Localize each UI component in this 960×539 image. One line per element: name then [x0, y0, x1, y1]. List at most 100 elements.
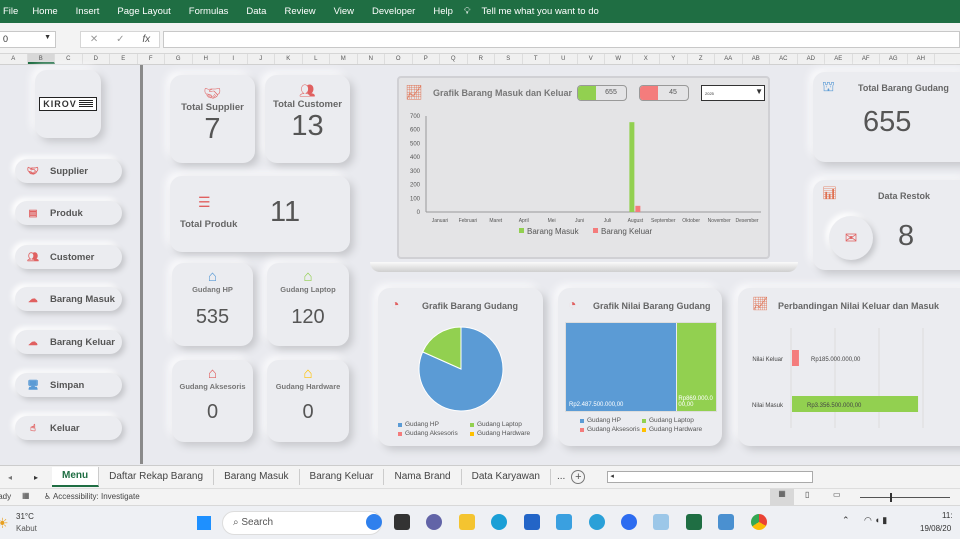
sheet-tab-menu[interactable]: Menu — [52, 467, 100, 487]
column-header[interactable]: L — [303, 54, 330, 64]
ribbon-tab-view[interactable]: View — [325, 6, 363, 17]
ribbon-tab-formulas[interactable]: Formulas — [180, 6, 238, 17]
wifi-icon[interactable]: ◠ ◖ ▮ — [864, 515, 887, 526]
normal-view-icon[interactable]: ▦ — [770, 489, 794, 505]
column-header[interactable]: J — [248, 54, 275, 64]
sheet-tab-barang-keluar[interactable]: Barang Keluar — [300, 469, 385, 485]
ribbon-tab-page-layout[interactable]: Page Layout — [108, 6, 179, 17]
accessibility-status[interactable]: ♿︎ Accessibility: Investigate — [44, 492, 140, 501]
formula-input[interactable] — [163, 31, 960, 48]
column-header[interactable]: P — [413, 54, 440, 64]
file-explorer-icon[interactable] — [459, 514, 475, 530]
column-header[interactable]: AG — [880, 54, 908, 64]
more-sheets-button[interactable]: ... — [551, 469, 571, 485]
column-header[interactable]: D — [83, 54, 110, 64]
edge-icon[interactable] — [491, 514, 507, 530]
chrome-icon[interactable] — [751, 514, 767, 530]
app-icon[interactable] — [394, 514, 410, 530]
column-header[interactable]: C — [55, 54, 83, 64]
add-sheet-icon[interactable]: + — [571, 470, 586, 484]
column-header[interactable]: E — [110, 54, 138, 64]
mail-icon-button[interactable]: ✉ — [829, 216, 873, 260]
ribbon-tab-data[interactable]: Data — [237, 6, 275, 17]
clock-time[interactable]: 11: — [942, 511, 953, 520]
page-layout-view-icon[interactable]: ▯ — [805, 490, 809, 499]
zoom-app-icon[interactable] — [621, 514, 637, 530]
ribbon-tab-help[interactable]: Help — [424, 6, 462, 17]
tray-chevron-icon[interactable]: ⌃ — [842, 515, 850, 526]
column-header[interactable]: O — [385, 54, 413, 64]
nav-button-customer[interactable]: 👥︎ Customer — [15, 245, 122, 269]
horizontal-scrollbar[interactable]: ◂ — [607, 471, 814, 483]
column-header[interactable]: AD — [798, 54, 825, 64]
clock-date[interactable]: 19/08/20 — [920, 524, 951, 533]
column-header[interactable]: X — [633, 54, 660, 64]
column-header[interactable]: Z — [688, 54, 715, 64]
taskbar-search[interactable]: ⌕ Search — [222, 511, 382, 535]
scroll-left-icon[interactable]: ◂ — [0, 473, 20, 482]
ribbon-tab-file[interactable]: File — [0, 6, 23, 17]
column-header[interactable]: F — [138, 54, 165, 64]
nav-label: Barang Masuk — [50, 293, 115, 305]
nav-button-produk[interactable]: ▤ Produk — [15, 201, 122, 225]
column-header[interactable]: R — [468, 54, 495, 64]
column-header[interactable]: V — [578, 54, 605, 64]
ribbon-tab-home[interactable]: Home — [23, 6, 66, 17]
column-header[interactable]: M — [330, 54, 358, 64]
column-header[interactable]: AE — [825, 54, 853, 64]
column-header[interactable]: AA — [715, 54, 743, 64]
chevron-down-icon[interactable]: ▼ — [44, 34, 51, 41]
column-header[interactable]: Q — [440, 54, 468, 64]
cancel-icon[interactable]: ✕ — [90, 34, 98, 45]
ribbon-tab-review[interactable]: Review — [275, 6, 324, 17]
column-header[interactable]: W — [605, 54, 633, 64]
nav-button-barang-masuk[interactable]: ☁ Barang Masuk — [15, 287, 122, 311]
photos-icon[interactable] — [653, 514, 669, 530]
chevron-down-icon[interactable]: ▼ — [755, 87, 763, 96]
name-box[interactable]: 0 ▼ — [0, 31, 56, 48]
sheet-tab-data-karyawan[interactable]: Data Karyawan — [462, 469, 551, 485]
column-header[interactable]: B — [27, 54, 55, 64]
weather-temp: 31°C — [16, 512, 34, 521]
column-header[interactable]: AH — [908, 54, 935, 64]
column-header[interactable]: AF — [853, 54, 880, 64]
fx-icon[interactable]: fx — [142, 34, 150, 45]
help-icon[interactable] — [589, 514, 605, 530]
bing-icon[interactable] — [366, 514, 382, 530]
ribbon-tab-insert[interactable]: Insert — [67, 6, 109, 17]
page-break-view-icon[interactable]: ▭ — [833, 490, 841, 499]
year-dropdown[interactable]: 2025 ▼ — [701, 85, 765, 101]
column-header[interactable]: U — [550, 54, 578, 64]
column-header[interactable]: AC — [770, 54, 798, 64]
column-header[interactable]: S — [495, 54, 523, 64]
app-icon[interactable] — [556, 514, 572, 530]
nav-button-barang-keluar[interactable]: ☁ Barang Keluar — [15, 330, 122, 354]
nav-button-supplier[interactable]: 🤝︎ Supplier — [15, 159, 122, 183]
column-header[interactable]: A — [0, 54, 28, 64]
ribbon-tab-developer[interactable]: Developer — [363, 6, 424, 17]
column-headers: A B C D E F G H I J K L M N O P Q R S T U V W X Y Z AA AB AC AD AE AF AG… — [0, 54, 960, 65]
windows-start-icon[interactable] — [196, 515, 212, 531]
sheet-tab-daftar-rekap-barang[interactable]: Daftar Rekap Barang — [99, 469, 215, 485]
notepad-icon[interactable] — [718, 514, 734, 530]
column-header[interactable]: N — [358, 54, 385, 64]
column-header[interactable]: Y — [660, 54, 688, 64]
column-header[interactable]: H — [193, 54, 220, 64]
tell-me-input[interactable]: Tell me what you want to do — [473, 6, 608, 17]
nav-button-keluar[interactable]: ☝︎ Keluar — [15, 416, 122, 440]
teams-icon[interactable] — [426, 514, 442, 530]
macro-icon[interactable]: ▦ — [22, 491, 30, 500]
zoom-slider[interactable] — [860, 493, 950, 502]
column-header[interactable]: AB — [743, 54, 770, 64]
column-header[interactable]: I — [220, 54, 248, 64]
nav-button-simpan[interactable]: 🖥︎ Simpan — [15, 373, 122, 397]
excel-icon[interactable] — [686, 514, 702, 530]
scroll-right-icon[interactable]: ▸ — [20, 473, 52, 482]
column-header[interactable]: K — [275, 54, 303, 64]
column-header[interactable]: G — [165, 54, 193, 64]
column-header[interactable]: T — [523, 54, 550, 64]
store-icon[interactable] — [524, 514, 540, 530]
sheet-tab-barang-masuk[interactable]: Barang Masuk — [214, 469, 300, 485]
check-icon[interactable]: ✓ — [116, 34, 124, 45]
sheet-tab-nama-brand[interactable]: Nama Brand — [384, 469, 462, 485]
